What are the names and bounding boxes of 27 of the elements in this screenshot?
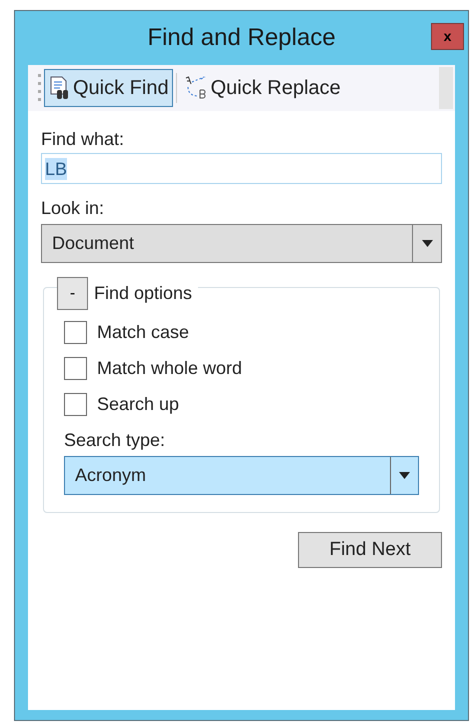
caret-icon [399, 472, 410, 479]
field-label: Look in: [41, 197, 106, 220]
checkbox-label: Match whole word [97, 356, 242, 380]
window-title: Find and Replace [147, 23, 336, 53]
selected-text: LB [45, 158, 68, 180]
field-label: Find what: [41, 128, 126, 151]
close-button[interactable]: x [431, 23, 464, 50]
toolbar-tab[interactable]: Quick Replace [180, 69, 345, 107]
group-title: Find options [94, 282, 192, 305]
checkbox[interactable] [64, 320, 87, 344]
checkbox-label: Search up [97, 392, 180, 416]
look-in-dropdown[interactable]: Document [41, 224, 442, 263]
find-next-button[interactable]: Find Next [298, 532, 442, 568]
checkbox-label: Match case [97, 320, 190, 344]
caret-icon [422, 240, 432, 247]
collapse-button[interactable]: - [57, 277, 88, 310]
find-what-field[interactable]: LB [41, 153, 442, 184]
toolbar-tab[interactable]: Quick Find [44, 69, 173, 107]
dropdown-value: Document [51, 232, 136, 255]
grip-icon [38, 73, 41, 103]
field-label: Search type: [64, 429, 166, 452]
search-type-dropdown[interactable]: Acronym [64, 456, 419, 495]
checkbox[interactable] [64, 356, 87, 380]
replace-letters-icon [184, 76, 208, 100]
checkbox[interactable] [64, 392, 87, 416]
dropdown-value: Acronym [74, 464, 148, 487]
document-binoculars-icon [48, 76, 70, 100]
